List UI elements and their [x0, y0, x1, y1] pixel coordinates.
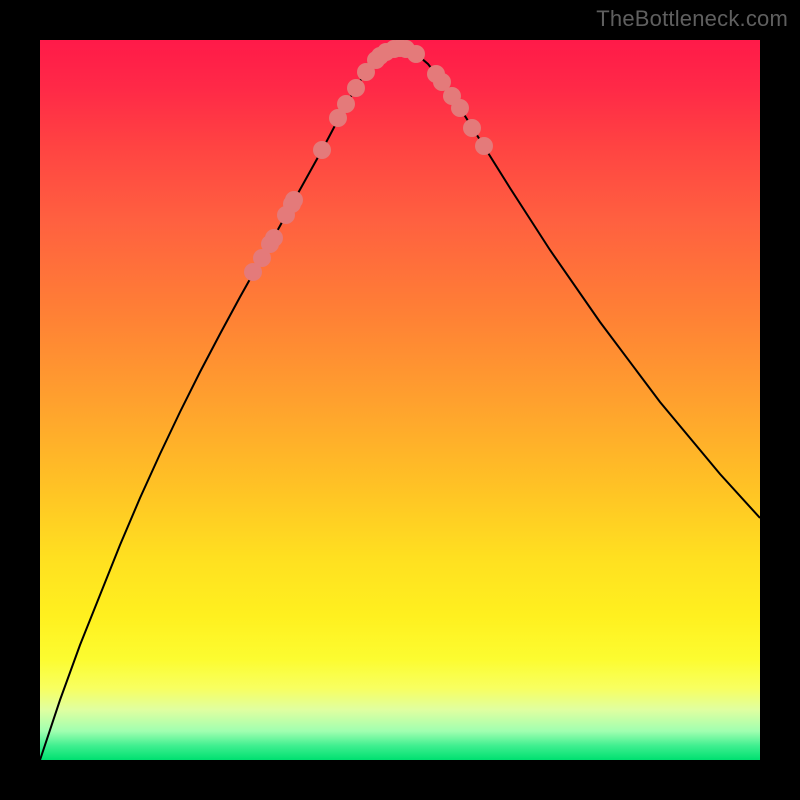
plot-area: [40, 40, 760, 760]
data-point: [265, 229, 283, 247]
bottleneck-curve: [40, 48, 760, 760]
marked-points-group: [244, 40, 493, 281]
data-point: [451, 99, 469, 117]
watermark-text: TheBottleneck.com: [596, 6, 788, 32]
data-point: [475, 137, 493, 155]
data-point: [407, 45, 425, 63]
data-point: [313, 141, 331, 159]
data-point: [347, 79, 365, 97]
data-point: [285, 191, 303, 209]
chart-svg: [40, 40, 760, 760]
data-point: [337, 95, 355, 113]
data-point: [463, 119, 481, 137]
